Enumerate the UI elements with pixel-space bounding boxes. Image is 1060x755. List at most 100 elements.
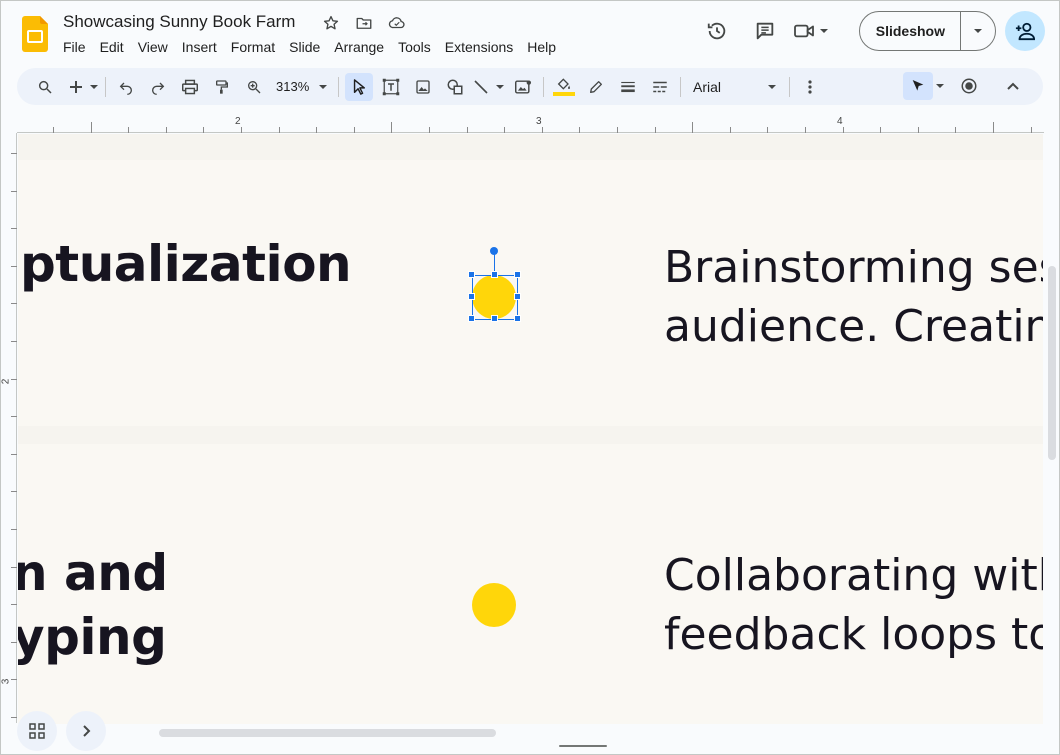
font-select[interactable]: Arial bbox=[687, 73, 783, 101]
rotation-handle[interactable] bbox=[490, 247, 498, 255]
slides-app: Showcasing Sunny Book Farm File Edit Vie… bbox=[0, 0, 1060, 755]
line-icon bbox=[474, 79, 488, 94]
menu-insert[interactable]: Insert bbox=[175, 38, 224, 56]
slide-canvas[interactable]: ptualization n and yping Brainstorming s… bbox=[18, 134, 1043, 724]
version-history-icon[interactable] bbox=[697, 11, 737, 51]
comments-icon[interactable] bbox=[745, 11, 785, 51]
new-slide-button[interactable] bbox=[69, 73, 99, 101]
replace-image-button[interactable] bbox=[509, 73, 537, 101]
border-weight-button[interactable] bbox=[614, 73, 642, 101]
resize-handle-s[interactable] bbox=[491, 315, 498, 322]
border-color-button[interactable] bbox=[582, 73, 610, 101]
menu-arrange[interactable]: Arrange bbox=[327, 38, 391, 56]
slides-logo-icon[interactable] bbox=[22, 16, 48, 52]
zoom-select[interactable]: 313% bbox=[272, 73, 332, 101]
ruler-tick bbox=[203, 127, 205, 133]
document-title[interactable]: Showcasing Sunny Book Farm bbox=[63, 12, 295, 32]
ruler-tick bbox=[541, 127, 543, 133]
grid-view-button[interactable] bbox=[17, 711, 57, 751]
video-camera-icon bbox=[789, 11, 819, 51]
slideshow-button[interactable]: Slideshow bbox=[860, 12, 961, 50]
body-text-1-line1[interactable]: Brainstorming ses bbox=[664, 239, 1043, 297]
resize-handle-n[interactable] bbox=[491, 271, 498, 278]
ruler-tick bbox=[11, 604, 17, 606]
resize-handle-e[interactable] bbox=[514, 293, 521, 300]
pointer-mode-button[interactable] bbox=[903, 72, 933, 100]
search-menus-button[interactable] bbox=[31, 73, 59, 101]
menu-extensions[interactable]: Extensions bbox=[438, 38, 520, 56]
ruler-tick bbox=[128, 127, 130, 133]
ruler-tick bbox=[241, 127, 242, 133]
insert-image-button[interactable] bbox=[409, 73, 437, 101]
shape-button[interactable] bbox=[441, 73, 469, 101]
menu-tools[interactable]: Tools bbox=[391, 38, 438, 56]
menu-slide[interactable]: Slide bbox=[282, 38, 327, 56]
pencil-icon bbox=[590, 80, 602, 93]
heading-conceptualization[interactable]: ptualization bbox=[20, 233, 352, 295]
text-box-button[interactable] bbox=[377, 73, 405, 101]
filmstrip-resize-handle[interactable] bbox=[559, 745, 607, 747]
border-dash-button[interactable] bbox=[646, 73, 674, 101]
vertical-ruler[interactable]: 2 3 bbox=[1, 133, 17, 723]
undo-button[interactable] bbox=[112, 73, 140, 101]
paint-format-button[interactable] bbox=[208, 73, 236, 101]
pointer-icon bbox=[912, 80, 924, 91]
heading-design-line1[interactable]: n and bbox=[18, 542, 168, 604]
ruler-tick bbox=[391, 122, 393, 133]
menu-file[interactable]: File bbox=[63, 38, 93, 56]
text-box-icon bbox=[382, 78, 400, 95]
meet-button[interactable] bbox=[789, 11, 841, 51]
heading-design-line2[interactable]: yping bbox=[18, 606, 167, 668]
menu-view[interactable]: View bbox=[131, 38, 175, 56]
body-text-1-line2[interactable]: audience. Creatin bbox=[664, 298, 1043, 356]
line-button[interactable] bbox=[473, 73, 505, 101]
fill-color-button[interactable] bbox=[550, 73, 578, 101]
ruler-tick bbox=[90, 122, 92, 133]
slideshow-button-group: Slideshow bbox=[858, 11, 996, 51]
share-button[interactable] bbox=[1005, 11, 1045, 51]
resize-handle-ne[interactable] bbox=[514, 271, 521, 278]
ruler-tick bbox=[353, 127, 355, 133]
move-to-folder-icon[interactable] bbox=[354, 13, 374, 33]
body-text-2-line2[interactable]: feedback loops to bbox=[664, 606, 1043, 664]
more-options-button[interactable] bbox=[796, 73, 824, 101]
ruler-label: 3 bbox=[0, 678, 12, 685]
record-button[interactable] bbox=[955, 72, 983, 100]
slideshow-options-button[interactable] bbox=[961, 12, 995, 50]
more-vert-icon bbox=[808, 79, 812, 94]
resize-handle-sw[interactable] bbox=[468, 315, 475, 322]
yellow-dot[interactable] bbox=[472, 583, 516, 627]
horizontal-scrollbar[interactable] bbox=[159, 729, 496, 737]
redo-button[interactable] bbox=[144, 73, 172, 101]
chevron-down-icon[interactable] bbox=[935, 81, 945, 91]
ruler-tick bbox=[11, 491, 17, 493]
paint-format-icon bbox=[216, 79, 228, 94]
menu-help[interactable]: Help bbox=[520, 38, 563, 56]
ruler-tick bbox=[11, 265, 17, 267]
zoom-button[interactable] bbox=[240, 73, 268, 101]
slide[interactable]: ptualization n and yping Brainstorming s… bbox=[18, 134, 1043, 724]
ruler-tick bbox=[11, 641, 17, 643]
font-name: Arial bbox=[693, 78, 722, 95]
vertical-scrollbar[interactable] bbox=[1048, 266, 1056, 460]
horizontal-ruler[interactable]: 2 3 4 bbox=[17, 115, 1044, 133]
redo-icon bbox=[152, 82, 165, 95]
cloud-saved-icon[interactable] bbox=[387, 13, 407, 33]
fill-color-icon bbox=[557, 78, 570, 90]
menu-format[interactable]: Format bbox=[224, 38, 282, 56]
body-text-2-line1[interactable]: Collaborating with bbox=[664, 547, 1043, 605]
zoom-in-icon bbox=[248, 80, 261, 93]
print-button[interactable] bbox=[176, 73, 204, 101]
print-icon bbox=[182, 79, 198, 94]
select-tool-button[interactable] bbox=[345, 72, 373, 101]
resize-handle-se[interactable] bbox=[514, 315, 521, 322]
expand-filmstrip-button[interactable] bbox=[66, 711, 106, 751]
collapse-toolbar-button[interactable] bbox=[999, 72, 1027, 100]
chevron-down-icon bbox=[768, 84, 776, 89]
resize-handle-w[interactable] bbox=[468, 293, 475, 300]
resize-handle-nw[interactable] bbox=[468, 271, 475, 278]
star-icon[interactable] bbox=[321, 13, 341, 33]
ruler-tick bbox=[53, 127, 54, 133]
menu-edit[interactable]: Edit bbox=[93, 38, 131, 56]
ruler-tick bbox=[11, 190, 17, 192]
